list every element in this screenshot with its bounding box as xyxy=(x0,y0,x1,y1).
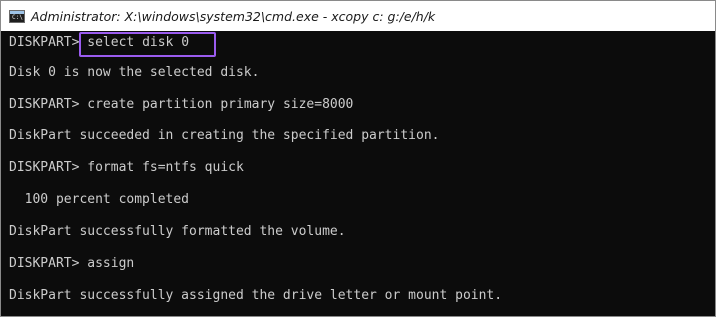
console-line-assign: DISKPART> assign xyxy=(9,256,134,272)
command: assign xyxy=(87,256,135,271)
console-line-output: Disk 0 is now the selected disk. xyxy=(9,65,260,80)
prompt: DISKPART> xyxy=(9,160,88,175)
window-title: Administrator: X:\windows\system32\cmd.e… xyxy=(31,8,436,24)
command: create partition primary size=8000 xyxy=(87,97,354,112)
cmd-window: C:\ Administrator: X:\windows\system32\c… xyxy=(0,0,716,317)
console-line-output: DiskPart succeeded in creating the speci… xyxy=(9,128,440,143)
console-line-create-partition: DISKPART> create partition primary size=… xyxy=(9,97,353,113)
prompt: DISKPART> xyxy=(9,35,88,50)
command-highlight-box xyxy=(79,32,216,57)
console-line-output: 100 percent completed xyxy=(9,192,190,207)
command: format fs=ntfs quick xyxy=(87,160,244,175)
console-line-output: DiskPart successfully formatted the volu… xyxy=(9,224,346,239)
console-output[interactable]: DISKPART> select disk 0 Disk 0 is now th… xyxy=(1,31,715,316)
console-line-format: DISKPART> format fs=ntfs quick xyxy=(9,160,244,176)
prompt: DISKPART> xyxy=(9,97,88,112)
cmd-icon-label: C:\ xyxy=(12,13,23,21)
cmd-icon: C:\ xyxy=(9,9,25,23)
title-bar[interactable]: C:\ Administrator: X:\windows\system32\c… xyxy=(1,1,715,31)
prompt: DISKPART> xyxy=(9,256,88,271)
console-line-output: DiskPart successfully assigned the drive… xyxy=(9,288,503,303)
